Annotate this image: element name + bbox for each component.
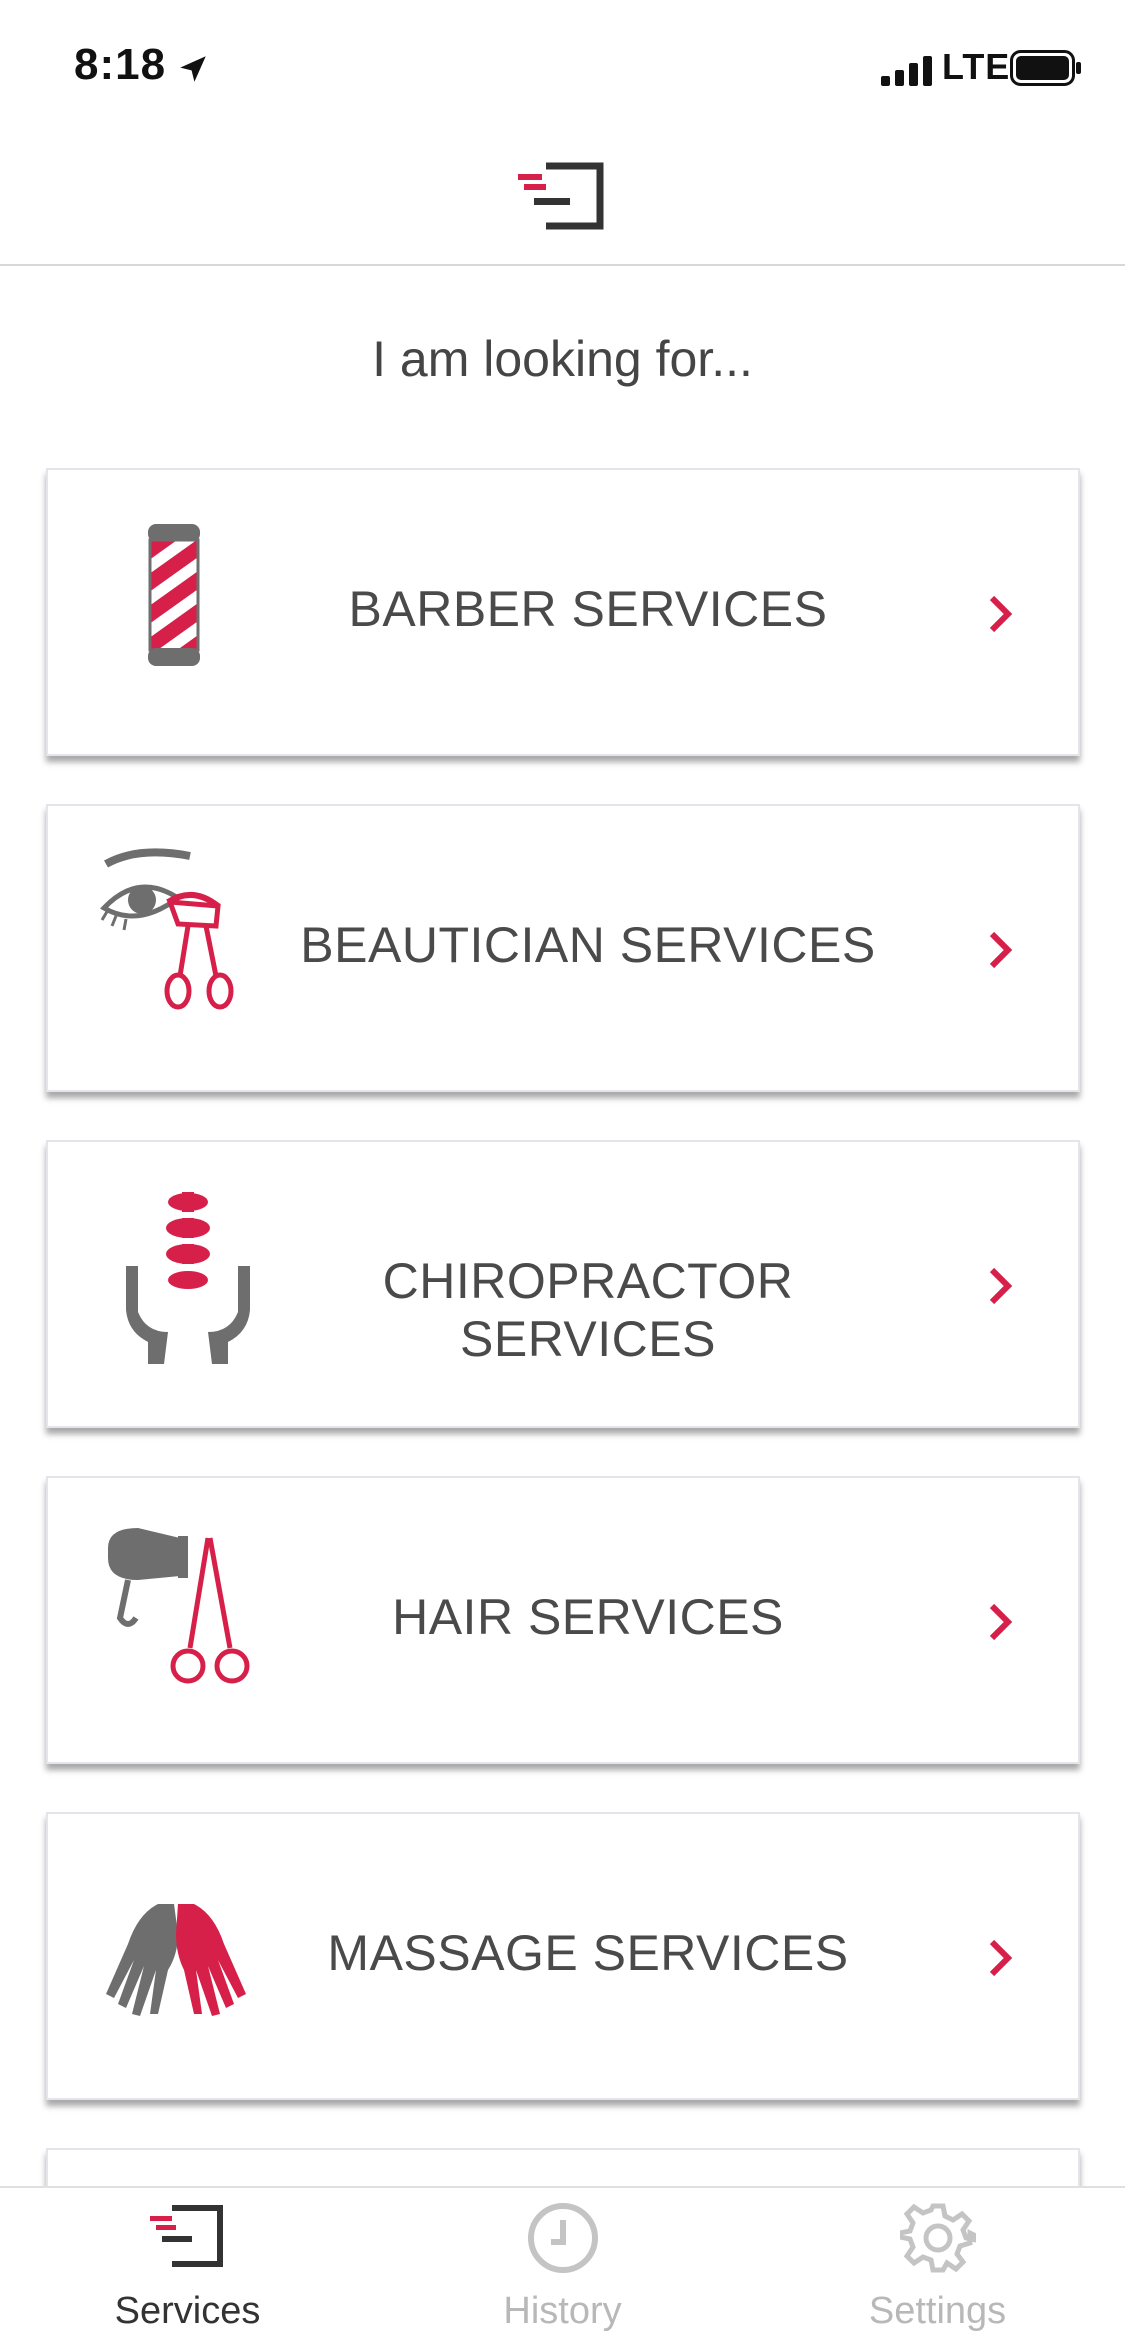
service-card-beautician[interactable]: BEAUTICIAN SERVICES (46, 804, 1080, 1092)
service-card-barber[interactable]: BARBER SERVICES (46, 468, 1080, 756)
app-logo-icon (518, 162, 604, 230)
tab-bar: Services History Settings (0, 2186, 1125, 2342)
tab-settings[interactable]: Settings (750, 2188, 1125, 2342)
tab-label: Settings (868, 2290, 1007, 2332)
chevron-right-icon (989, 595, 1013, 633)
tab-history[interactable]: History (375, 2188, 750, 2342)
service-label: BEAUTICIAN SERVICES (300, 917, 876, 973)
services-icon (150, 2205, 223, 2267)
service-card-massage[interactable]: MASSAGE SERVICES (46, 1812, 1080, 2100)
network-type: LTE (942, 46, 1011, 87)
service-label: BARBER SERVICES (348, 581, 828, 637)
gear-icon (900, 2203, 976, 2273)
prompt-text: I am looking for... (372, 331, 753, 387)
service-label: MASSAGE SERVICES (327, 1925, 849, 1981)
service-label: HAIR SERVICES (392, 1589, 784, 1645)
chevron-right-icon (989, 1939, 1013, 1977)
tab-label: Services (114, 2290, 261, 2332)
battery-icon (1010, 50, 1081, 86)
chevron-right-icon (989, 1267, 1013, 1305)
status-time: 8:18 (74, 40, 167, 89)
service-label: CHIROPRACTOR SERVICES (382, 1253, 794, 1367)
service-card-hair[interactable]: HAIR SERVICES (46, 1476, 1080, 1764)
tab-services[interactable]: Services (0, 2188, 375, 2342)
clock-icon (528, 2203, 598, 2273)
location-arrow-icon (180, 56, 206, 82)
chevron-right-icon (989, 931, 1013, 969)
chevron-right-icon (989, 1603, 1013, 1641)
status-bar: 8:18 LTE (0, 0, 1125, 130)
service-card-chiropractor[interactable]: CHIROPRACTOR SERVICES (46, 1140, 1080, 1428)
signal-icon (881, 56, 932, 86)
app-header (0, 130, 1125, 266)
tab-label: History (503, 2290, 622, 2332)
